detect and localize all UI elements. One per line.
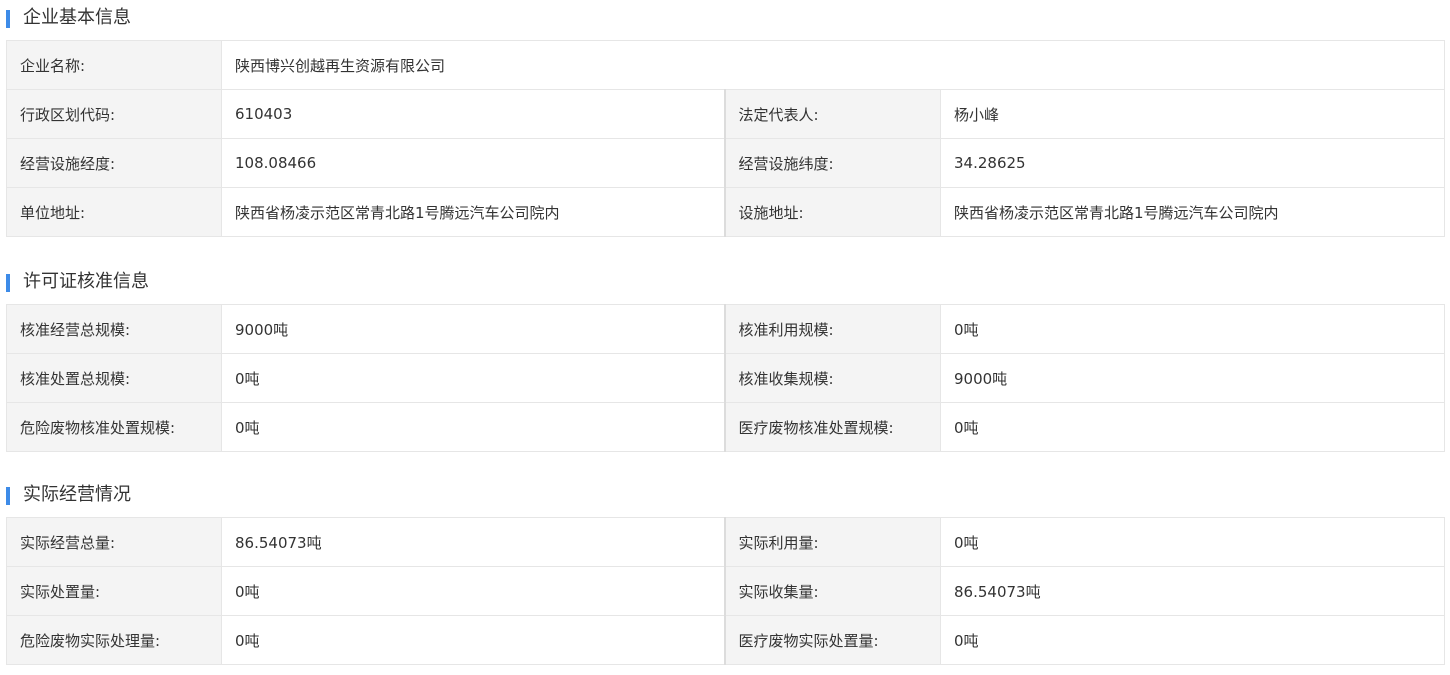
section-license-info: 许可证核准信息 核准经营总规模: 9000吨 核准利用规模: 0吨 核准处置总规… xyxy=(0,264,1450,452)
section-title: 企业基本信息 xyxy=(0,0,1450,36)
basic-info-table: 企业名称: 陕西博兴创越再生资源有限公司 行政区划代码: 610403 法定代表… xyxy=(6,40,1445,237)
field-value: 0吨 xyxy=(221,353,725,403)
field-label: 法定代表人: xyxy=(723,89,941,139)
field-label: 实际处置量: xyxy=(6,566,222,616)
table-row: 危险废物实际处理量: 0吨 医疗废物实际处置量: 0吨 xyxy=(6,615,1445,665)
table-row: 单位地址: 陕西省杨凌示范区常青北路1号腾远汽车公司院内 设施地址: 陕西省杨凌… xyxy=(6,187,1445,237)
field-label: 实际收集量: xyxy=(723,566,941,616)
section-actual-operations: 实际经营情况 实际经营总量: 86.54073吨 实际利用量: 0吨 实际处置量… xyxy=(0,477,1450,665)
field-value: 86.54073吨 xyxy=(221,517,725,567)
field-label: 企业名称: xyxy=(6,40,222,90)
section-title-text: 企业基本信息 xyxy=(23,7,131,28)
table-row: 核准处置总规模: 0吨 核准收集规模: 9000吨 xyxy=(6,353,1445,403)
section-basic-info: 企业基本信息 企业名称: 陕西博兴创越再生资源有限公司 行政区划代码: 6104… xyxy=(0,0,1450,237)
field-label: 危险废物核准处置规模: xyxy=(6,402,222,452)
title-accent-bar xyxy=(6,487,10,505)
field-label: 核准收集规模: xyxy=(723,353,941,403)
table-row: 实际经营总量: 86.54073吨 实际利用量: 0吨 xyxy=(6,517,1445,567)
field-value: 9000吨 xyxy=(221,304,725,354)
section-title: 许可证核准信息 xyxy=(0,264,1450,300)
section-title: 实际经营情况 xyxy=(0,477,1450,513)
title-accent-bar xyxy=(6,10,10,28)
field-label: 医疗废物实际处置量: xyxy=(723,615,941,665)
field-label: 经营设施经度: xyxy=(6,138,222,188)
field-label: 实际利用量: xyxy=(723,517,941,567)
field-value: 34.28625 xyxy=(940,138,1445,188)
field-label: 行政区划代码: xyxy=(6,89,222,139)
table-row: 企业名称: 陕西博兴创越再生资源有限公司 xyxy=(6,40,1445,90)
field-value: 0吨 xyxy=(940,517,1445,567)
section-title-text: 许可证核准信息 xyxy=(23,271,149,292)
field-value: 杨小峰 xyxy=(940,89,1445,139)
field-label: 设施地址: xyxy=(723,187,941,237)
field-label: 危险废物实际处理量: xyxy=(6,615,222,665)
field-value: 0吨 xyxy=(221,615,725,665)
field-value: 610403 xyxy=(221,89,725,139)
field-label: 实际经营总量: xyxy=(6,517,222,567)
field-label: 单位地址: xyxy=(6,187,222,237)
field-value: 0吨 xyxy=(221,566,725,616)
license-info-table: 核准经营总规模: 9000吨 核准利用规模: 0吨 核准处置总规模: 0吨 核准… xyxy=(6,304,1445,452)
field-value: 9000吨 xyxy=(940,353,1445,403)
field-value: 0吨 xyxy=(940,304,1445,354)
field-label: 经营设施纬度: xyxy=(723,138,941,188)
title-accent-bar xyxy=(6,274,10,292)
field-value: 陕西省杨凌示范区常青北路1号腾远汽车公司院内 xyxy=(940,187,1445,237)
field-value: 108.08466 xyxy=(221,138,725,188)
section-title-text: 实际经营情况 xyxy=(23,484,131,505)
actual-operations-table: 实际经营总量: 86.54073吨 实际利用量: 0吨 实际处置量: 0吨 实际… xyxy=(6,517,1445,665)
field-label: 医疗废物核准处置规模: xyxy=(723,402,941,452)
table-row: 实际处置量: 0吨 实际收集量: 86.54073吨 xyxy=(6,566,1445,616)
field-value: 陕西省杨凌示范区常青北路1号腾远汽车公司院内 xyxy=(221,187,725,237)
field-label: 核准处置总规模: xyxy=(6,353,222,403)
field-label: 核准经营总规模: xyxy=(6,304,222,354)
table-row: 经营设施经度: 108.08466 经营设施纬度: 34.28625 xyxy=(6,138,1445,188)
field-label: 核准利用规模: xyxy=(723,304,941,354)
field-value: 0吨 xyxy=(940,615,1445,665)
table-row: 核准经营总规模: 9000吨 核准利用规模: 0吨 xyxy=(6,304,1445,354)
field-value: 陕西博兴创越再生资源有限公司 xyxy=(221,40,1445,90)
field-value: 86.54073吨 xyxy=(940,566,1445,616)
field-value: 0吨 xyxy=(221,402,725,452)
field-value: 0吨 xyxy=(940,402,1445,452)
table-row: 危险废物核准处置规模: 0吨 医疗废物核准处置规模: 0吨 xyxy=(6,402,1445,452)
table-row: 行政区划代码: 610403 法定代表人: 杨小峰 xyxy=(6,89,1445,139)
